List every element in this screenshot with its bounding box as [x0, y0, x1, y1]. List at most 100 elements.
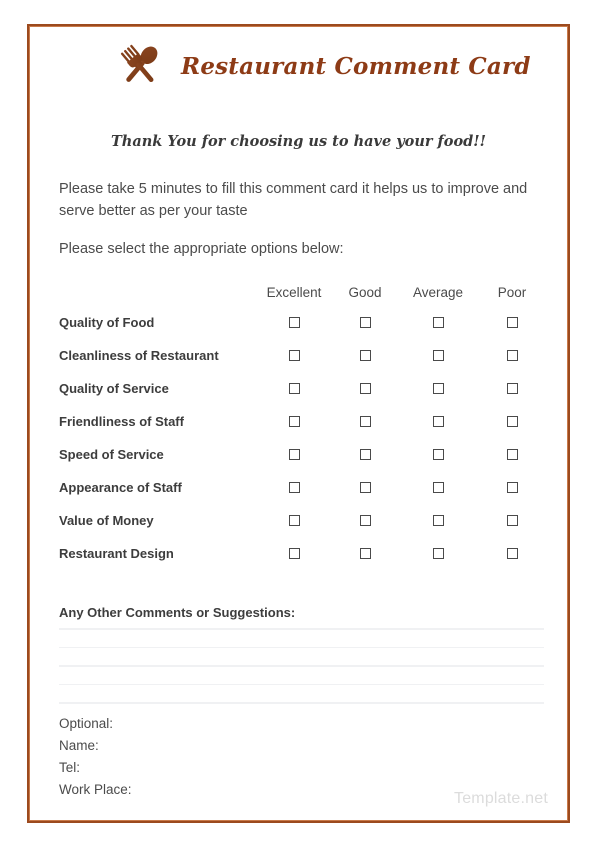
- crossed-spoon-fork-icon: [111, 42, 169, 90]
- checkbox-excellent[interactable]: [288, 349, 300, 361]
- checkbox-good[interactable]: [359, 349, 371, 361]
- rating-cell[interactable]: [331, 372, 399, 405]
- rating-header-excellent: Excellent: [266, 284, 322, 300]
- checkbox-poor[interactable]: [506, 448, 518, 460]
- checkbox-good[interactable]: [359, 382, 371, 394]
- rating-cell[interactable]: [257, 405, 331, 438]
- checkbox-good[interactable]: [359, 415, 371, 427]
- checkbox-poor[interactable]: [506, 481, 518, 493]
- rating-cell[interactable]: [477, 471, 547, 504]
- checkbox-average[interactable]: [432, 547, 444, 559]
- rating-row-label: Quality of Food: [59, 315, 155, 330]
- checkbox-excellent[interactable]: [288, 415, 300, 427]
- checkbox-average[interactable]: [432, 514, 444, 526]
- rating-cell[interactable]: [399, 405, 477, 438]
- rating-cell[interactable]: [257, 306, 331, 339]
- rating-cell[interactable]: [477, 537, 547, 570]
- checkbox-poor[interactable]: [506, 349, 518, 361]
- checkbox-good[interactable]: [359, 481, 371, 493]
- watermark: Template.net: [454, 790, 549, 807]
- name-field-label[interactable]: Name:: [59, 735, 132, 757]
- rating-cell[interactable]: [257, 537, 331, 570]
- card-content: Restaurant Comment Card Thank You for ch…: [33, 30, 564, 817]
- rating-cell[interactable]: [477, 306, 547, 339]
- tel-field-label[interactable]: Tel:: [59, 757, 132, 779]
- checkbox-average[interactable]: [432, 448, 444, 460]
- thank-you-message: Thank You for choosing us to have your f…: [110, 133, 486, 150]
- comment-line[interactable]: [59, 628, 544, 630]
- rating-header-good: Good: [348, 284, 382, 300]
- comments-writing-area[interactable]: [59, 628, 544, 721]
- checkbox-excellent[interactable]: [288, 547, 300, 559]
- rating-cell[interactable]: [477, 405, 547, 438]
- checkbox-excellent[interactable]: [288, 316, 300, 328]
- work-place-field-label[interactable]: Work Place:: [59, 779, 132, 801]
- rating-cell[interactable]: [399, 339, 477, 372]
- table-row: Quality of Food: [59, 306, 547, 339]
- checkbox-poor[interactable]: [506, 415, 518, 427]
- checkbox-average[interactable]: [432, 382, 444, 394]
- rating-row-label: Cleanliness of Restaurant: [59, 348, 219, 363]
- comment-line[interactable]: [59, 683, 544, 685]
- rating-table-body: Quality of Food Cleanliness of Restaurant…: [59, 306, 547, 570]
- rating-cell[interactable]: [331, 504, 399, 537]
- rating-cell[interactable]: [399, 471, 477, 504]
- rating-cell[interactable]: [257, 438, 331, 471]
- page-title: Restaurant Comment Card: [181, 52, 531, 80]
- optional-heading: Optional:: [59, 716, 114, 731]
- rating-row-label: Appearance of Staff: [59, 480, 182, 495]
- checkbox-average[interactable]: [432, 415, 444, 427]
- comment-line[interactable]: [59, 702, 544, 704]
- table-row: Friendliness of Staff: [59, 405, 547, 438]
- rating-cell[interactable]: [477, 504, 547, 537]
- rating-cell[interactable]: [331, 438, 399, 471]
- rating-header-poor: Poor: [497, 284, 527, 300]
- rating-cell[interactable]: [399, 504, 477, 537]
- rating-cell[interactable]: [477, 339, 547, 372]
- checkbox-excellent[interactable]: [288, 481, 300, 493]
- rating-header-average: Average: [412, 284, 464, 300]
- rating-cell[interactable]: [257, 504, 331, 537]
- table-row: Quality of Service: [59, 372, 547, 405]
- table-row: Appearance of Staff: [59, 471, 547, 504]
- rating-cell[interactable]: [257, 372, 331, 405]
- comment-line[interactable]: [59, 665, 544, 667]
- rating-row-label: Quality of Service: [59, 381, 169, 396]
- rating-cell[interactable]: [477, 372, 547, 405]
- checkbox-average[interactable]: [432, 349, 444, 361]
- rating-cell[interactable]: [477, 438, 547, 471]
- rating-cell[interactable]: [399, 537, 477, 570]
- rating-cell[interactable]: [399, 372, 477, 405]
- rating-cell[interactable]: [257, 471, 331, 504]
- checkbox-good[interactable]: [359, 547, 371, 559]
- checkbox-good[interactable]: [359, 316, 371, 328]
- rating-cell[interactable]: [331, 306, 399, 339]
- select-options-prompt: Please select the appropriate options be…: [59, 241, 344, 257]
- comment-line[interactable]: [59, 646, 544, 648]
- rating-cell[interactable]: [331, 405, 399, 438]
- rating-cell[interactable]: [399, 306, 477, 339]
- checkbox-excellent[interactable]: [288, 382, 300, 394]
- checkbox-average[interactable]: [432, 481, 444, 493]
- optional-fields-block: Optional: Name: Tel: Work Place:: [59, 713, 132, 801]
- checkbox-average[interactable]: [432, 316, 444, 328]
- rating-cell[interactable]: [331, 471, 399, 504]
- rating-cell[interactable]: [331, 537, 399, 570]
- checkbox-poor[interactable]: [506, 382, 518, 394]
- rating-cell[interactable]: [331, 339, 399, 372]
- checkbox-excellent[interactable]: [288, 448, 300, 460]
- rating-cell[interactable]: [257, 339, 331, 372]
- checkbox-good[interactable]: [359, 448, 371, 460]
- card-header: Restaurant Comment Card: [111, 42, 531, 90]
- rating-table: Excellent Good Average Poor Quality of F…: [59, 278, 547, 570]
- rating-cell[interactable]: [399, 438, 477, 471]
- intro-paragraph: Please take 5 minutes to fill this comme…: [59, 181, 528, 219]
- checkbox-poor[interactable]: [506, 316, 518, 328]
- checkbox-good[interactable]: [359, 514, 371, 526]
- checkbox-poor[interactable]: [506, 547, 518, 559]
- rating-header-row: Excellent Good Average Poor: [59, 278, 547, 306]
- checkbox-poor[interactable]: [506, 514, 518, 526]
- table-row: Cleanliness of Restaurant: [59, 339, 547, 372]
- checkbox-excellent[interactable]: [288, 514, 300, 526]
- rating-row-label: Friendliness of Staff: [59, 414, 184, 429]
